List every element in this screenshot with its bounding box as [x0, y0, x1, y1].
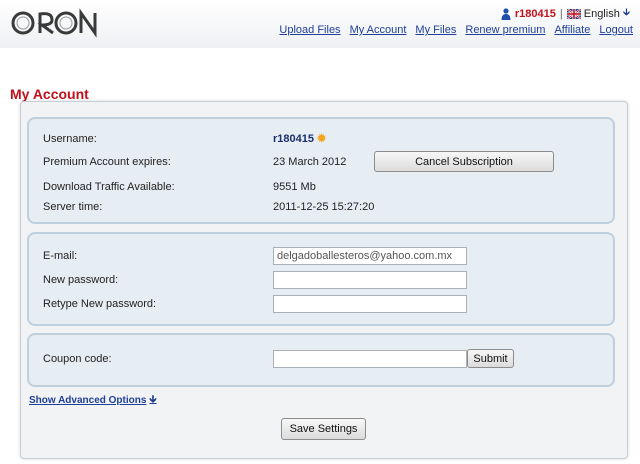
username-text: r180415 [273, 132, 314, 145]
retype-password-label: Retype New password: [43, 298, 157, 310]
download-traffic-value: 9551 Mb [273, 181, 316, 193]
nav-my-account[interactable]: My Account [350, 24, 407, 36]
account-settings-form: Username: r180415 ✹ Premium Account expi… [20, 101, 628, 459]
server-time-label: Server time: [43, 201, 103, 213]
username-value: r180415 ✹ [273, 132, 327, 146]
show-advanced-options-link[interactable]: Show Advanced Options 🡳 [29, 392, 157, 409]
coupon-field[interactable] [273, 350, 467, 368]
top-nav: Upload Files My Account My Files Renew p… [279, 24, 633, 36]
language-selector[interactable]: English 🡳 [566, 5, 630, 22]
account-info-panel: Username: r180415 ✹ Premium Account expi… [27, 117, 615, 224]
premium-expires-label: Premium Account expires: [43, 156, 171, 168]
advanced-options-label: Show Advanced Options [29, 395, 147, 406]
credentials-panel: E-mail: New password: Retype New passwor… [27, 232, 615, 326]
arrow-down-icon: 🡳 [149, 394, 157, 405]
new-password-field[interactable] [273, 271, 467, 289]
nav-my-files[interactable]: My Files [415, 24, 456, 36]
page-title: My Account [10, 86, 89, 102]
server-time-value: 2011-12-25 15:27:20 [273, 201, 375, 213]
nav-upload-files[interactable]: Upload Files [279, 24, 340, 36]
header-separator: | [559, 7, 563, 20]
cancel-subscription-button[interactable]: Cancel Subscription [374, 151, 554, 172]
username-label: Username: [43, 133, 97, 145]
nav-renew-premium[interactable]: Renew premium [465, 24, 545, 36]
coupon-label: Coupon code: [43, 353, 112, 365]
download-traffic-label: Download Traffic Available: [43, 181, 175, 193]
retype-password-field[interactable] [273, 295, 467, 313]
header-username[interactable]: r180415 [515, 8, 556, 20]
nav-logout[interactable]: Logout [599, 24, 633, 36]
site-logo[interactable] [10, 6, 100, 40]
user-area: r180415 | English 🡳 [501, 5, 630, 22]
email-label: E-mail: [43, 250, 78, 262]
nav-affiliate[interactable]: Affiliate [554, 24, 590, 36]
new-password-label: New password: [43, 274, 119, 286]
user-icon [501, 7, 511, 20]
arrow-down-icon: 🡳 [622, 7, 630, 18]
premium-star-icon: ✹ [317, 133, 327, 145]
uk-flag-icon [566, 8, 581, 19]
language-label: English [583, 7, 620, 20]
coupon-submit-button[interactable]: Submit [467, 349, 514, 368]
coupon-panel: Coupon code: Submit [27, 333, 615, 387]
premium-expires-value: 23 March 2012 [273, 156, 347, 168]
email-field[interactable] [273, 247, 467, 265]
save-settings-button[interactable]: Save Settings [281, 418, 366, 440]
